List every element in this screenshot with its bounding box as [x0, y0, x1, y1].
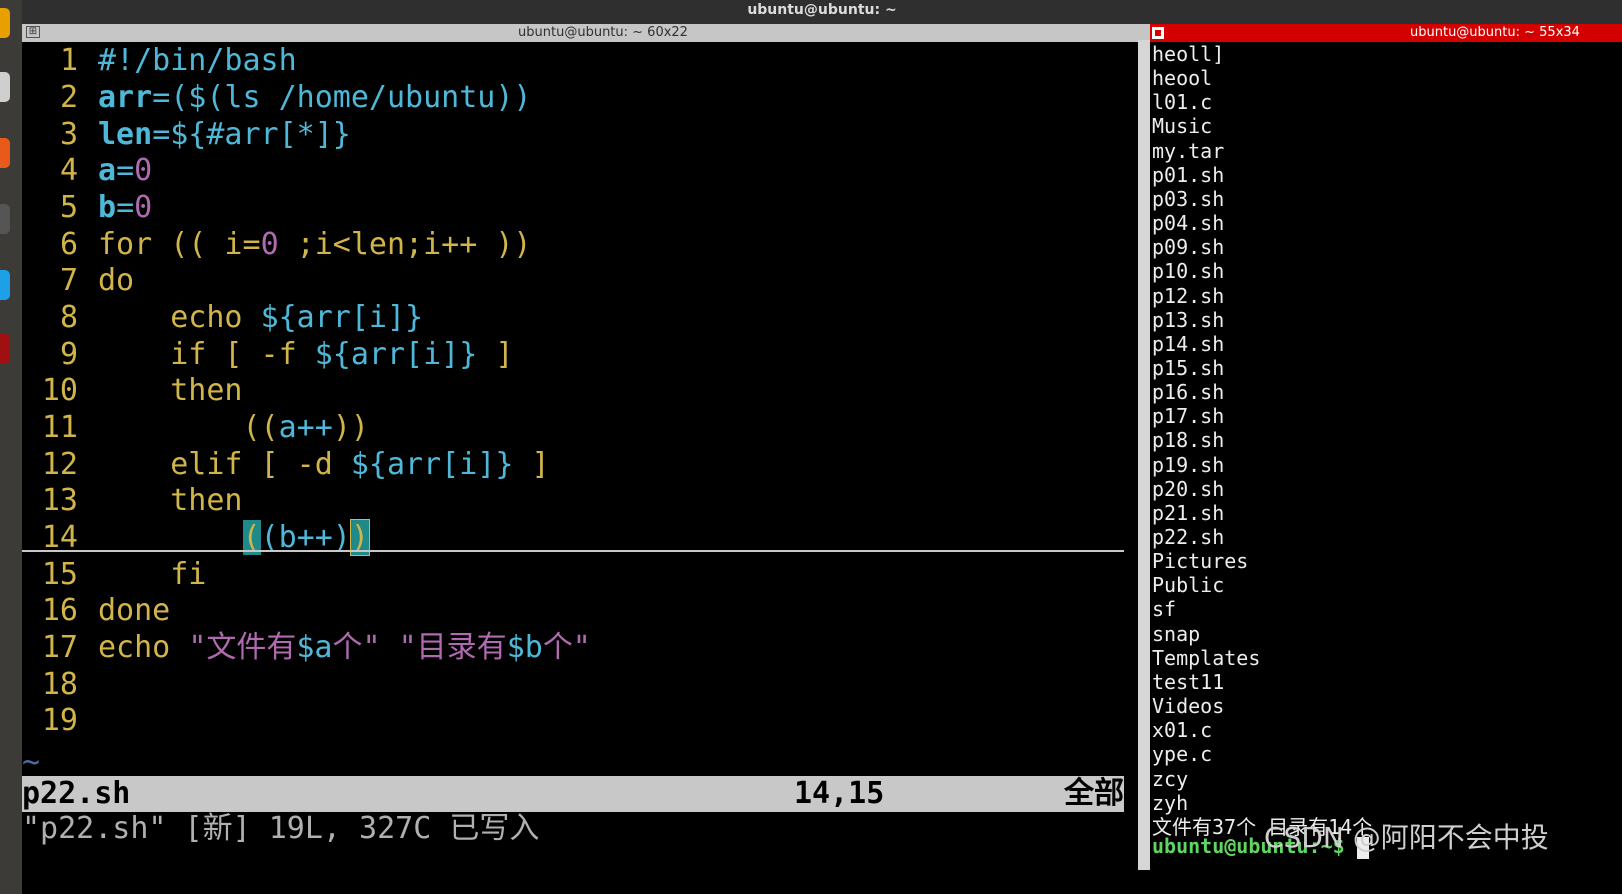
terminal-output-line: heool: [1152, 66, 1213, 91]
vim-command-line[interactable]: "p22.sh" [新] 19L, 327C 已写入: [22, 810, 539, 848]
terminal-output-line: test11: [1152, 669, 1225, 694]
watermark: CSDN @阿阳不会中投: [1264, 821, 1549, 854]
terminal-output-line: snap: [1152, 621, 1201, 646]
code-line: 15 fi: [41, 557, 207, 592]
terminal-output-line: sf: [1152, 597, 1177, 622]
app-launcher-icon[interactable]: [0, 72, 10, 102]
terminal-output-line: p15.sh: [1152, 355, 1225, 380]
app-launcher-icon[interactable]: [0, 138, 10, 168]
code-line: 9 if [ -f ${arr[i]} ]: [59, 337, 514, 372]
terminal-output-line: p20.sh: [1152, 476, 1225, 501]
status-filename: p22.sh: [22, 776, 131, 811]
terminal-output-line: p17.sh: [1152, 404, 1225, 429]
terminal-output-line: p01.sh: [1152, 162, 1225, 187]
code-line: 18: [41, 667, 78, 702]
shell-terminal[interactable]: ubuntu@ubuntu: ~ 55x34 heoll] heool l01.c M…: [1150, 24, 1622, 894]
code-line: 19: [41, 703, 78, 738]
terminal-output-line: p19.sh: [1152, 452, 1225, 477]
window-title-bar: ubuntu@ubuntu: ~: [22, 0, 1622, 24]
terminal-output-line: p16.sh: [1152, 380, 1225, 405]
app-launcher-icon[interactable]: [0, 270, 10, 300]
terminal-output-line: Public: [1152, 573, 1225, 598]
terminal-title: ubuntu@ubuntu: ~ 60x22: [518, 25, 688, 40]
terminal-output-line: p21.sh: [1152, 500, 1225, 525]
terminal-header: ubuntu@ubuntu: ~ 55x34: [1150, 24, 1622, 42]
terminal-menu-icon[interactable]: [1152, 27, 1164, 39]
code-line: 10 then: [41, 373, 243, 408]
terminal-output-line: l01.c: [1152, 90, 1213, 115]
terminal-output-line: p18.sh: [1152, 428, 1225, 453]
code-line: 6 for (( i=0 ;i<len;i++ )): [59, 227, 532, 262]
terminal-output-line: Videos: [1152, 694, 1225, 719]
code-line: 1 #!/bin/bash: [59, 43, 297, 78]
terminal-output-line: ype.c: [1152, 742, 1213, 767]
app-launcher-icon[interactable]: [0, 204, 10, 234]
terminal-output-line: Templates: [1152, 645, 1261, 670]
terminal-output-line: heoll]: [1152, 42, 1225, 66]
terminal-output-line: p13.sh: [1152, 307, 1225, 332]
code-line: 3 len=${#arr[*]}: [59, 117, 351, 152]
terminal-output-line: p12.sh: [1152, 283, 1225, 308]
launcher-bar: [0, 0, 22, 894]
code-line: 11 ((a++)): [41, 410, 369, 445]
code-line: 17 echo "文件有$a个" "目录有$b个": [41, 630, 591, 665]
terminal-output-line: p03.sh: [1152, 186, 1225, 211]
terminal-output-line: p04.sh: [1152, 211, 1225, 236]
terminal-output-line: Pictures: [1152, 549, 1249, 574]
terminal-output-line: zyh: [1152, 790, 1189, 815]
terminal-output-line: p22.sh: [1152, 525, 1225, 549]
cursorline-underline: [22, 550, 1124, 552]
vim-status-bar: p22.sh 14,15 全部: [22, 776, 1124, 812]
code-line: 8 echo ${arr[i]}: [59, 300, 424, 335]
terminal-output-line: my.tar: [1152, 138, 1225, 163]
terminal-header: ⊞ ubuntu@ubuntu: ~ 60x22: [22, 24, 1184, 42]
window-title: ubuntu@ubuntu: ~: [747, 2, 897, 18]
code-line: 5 b=0: [59, 190, 153, 225]
terminal-output-line: zcy: [1152, 766, 1189, 791]
code-line: 7 do: [59, 263, 135, 298]
terminal-output-line: x01.c: [1152, 718, 1213, 743]
terminal-menu-icon[interactable]: ⊞: [26, 26, 40, 38]
editor-terminal[interactable]: ⊞ ubuntu@ubuntu: ~ 60x22 1 #!/bin/bash 2a…: [22, 24, 1184, 894]
app-launcher-icon[interactable]: [0, 334, 10, 364]
pane-divider[interactable]: [1138, 40, 1150, 870]
code-line: 12 elif [ -d ${arr[i]} ]: [41, 447, 550, 482]
status-scroll: 全部: [1064, 776, 1124, 811]
code-line: 2 arr=($(ls /home/ubuntu)): [59, 80, 532, 115]
terminal-output-line: p14.sh: [1152, 331, 1225, 356]
terminal-title: ubuntu@ubuntu: ~ 55x34: [1410, 25, 1580, 40]
code-line: 13 then: [41, 483, 243, 518]
terminal-output-line: p09.sh: [1152, 235, 1225, 260]
terminal-output-line: p10.sh: [1152, 259, 1225, 284]
code-line: 16 done: [41, 593, 171, 628]
app-launcher-icon[interactable]: [0, 8, 10, 38]
status-cursor-position: 14,15: [794, 776, 885, 811]
terminal-output-line: Music: [1152, 114, 1213, 139]
code-line: 4 a=0: [59, 153, 153, 188]
